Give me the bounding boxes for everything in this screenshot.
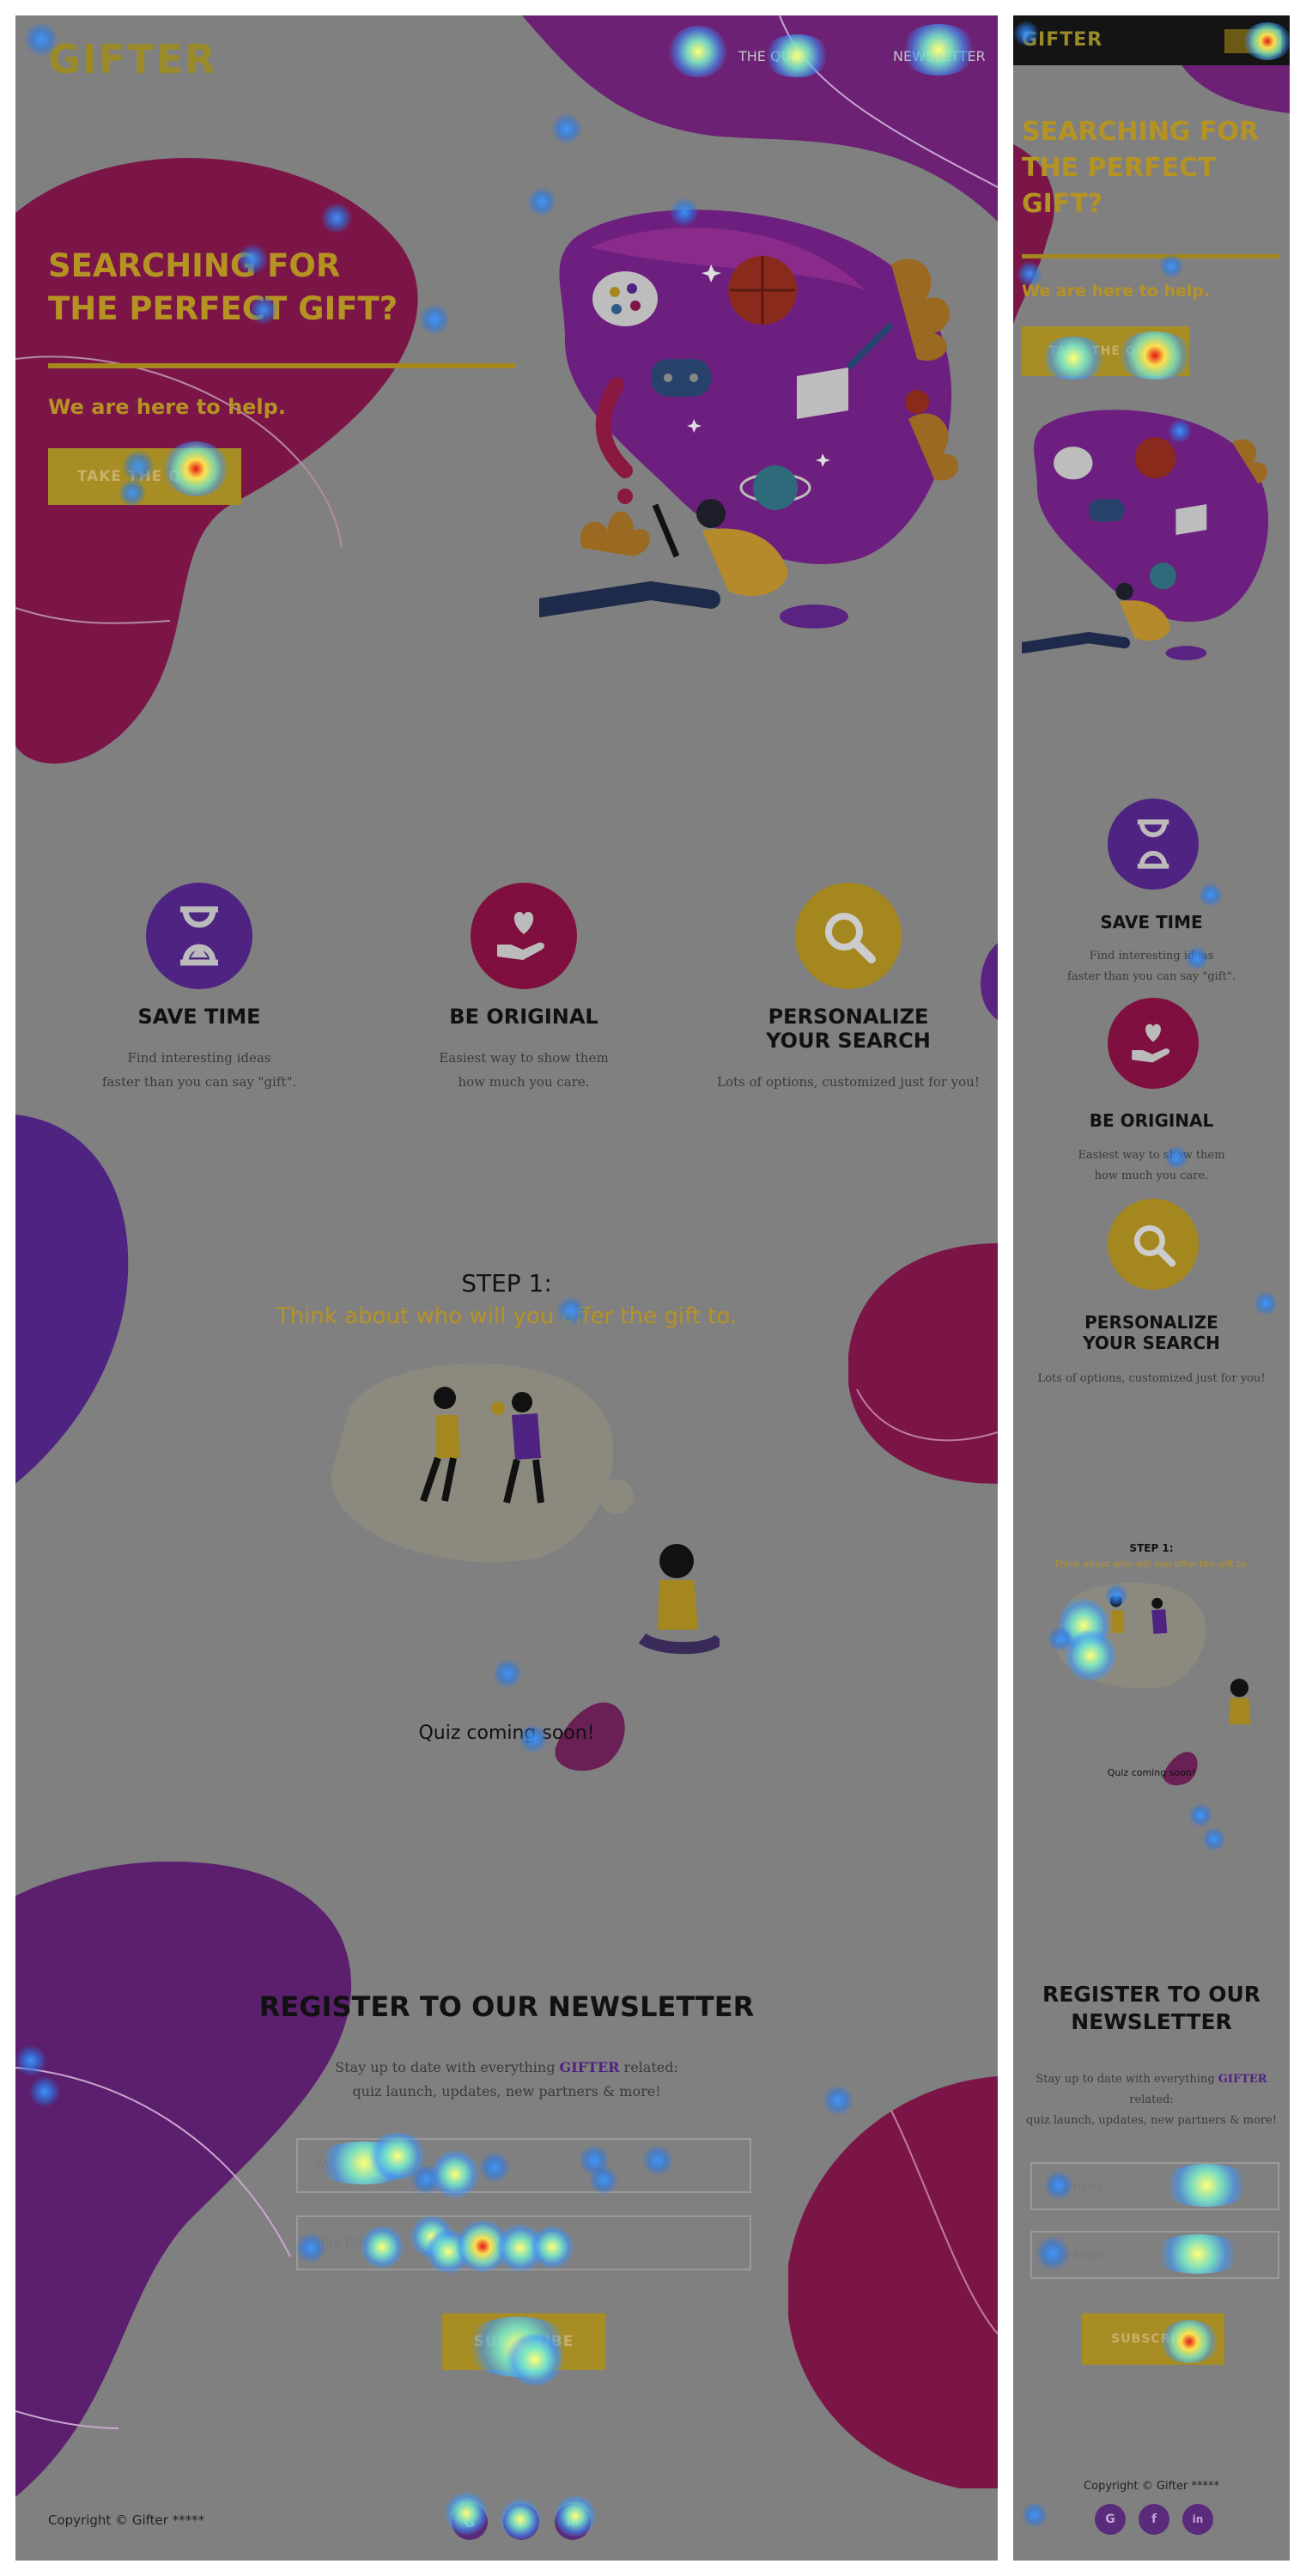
mobile-footer-copyright: Copyright © Gifter ***** xyxy=(1084,2480,1219,2493)
side-blob-mid-right xyxy=(981,943,998,1020)
mobile-feature-desc-1a: Find interesting ideas xyxy=(1089,950,1214,963)
linkedin-icon[interactable]: in xyxy=(555,2504,591,2540)
feature-desc-be-original-1: Easiest way to show them xyxy=(439,1050,609,1066)
hero-title-line2: THE PERFECT GIFT? xyxy=(48,290,398,327)
mobile-heart-hand-icon xyxy=(1108,998,1199,1089)
mobile-google-icon[interactable]: G xyxy=(1095,2504,1126,2535)
mobile-feature-title-3a: PERSONALIZE xyxy=(1084,1312,1218,1333)
quiz-coming-soon: Quiz coming soon! xyxy=(418,1722,595,1744)
newsletter-desc-prefix: Stay up to date with everything xyxy=(335,2059,560,2075)
step-illustration xyxy=(331,1363,720,1655)
subscribe-button[interactable]: SUBSCRIBE xyxy=(442,2313,605,2370)
mobile-feature-desc-1b: faster than you can say "gift". xyxy=(1066,970,1236,983)
mobile-feature-desc-2a: Easiest way to show them xyxy=(1078,1149,1225,1162)
mobile-step-text: Think about who will you offer the gift … xyxy=(1054,1558,1249,1570)
mobile-take-quiz-button[interactable]: TAKE THE QUIZ xyxy=(1022,326,1189,376)
mobile-newsletter-desc-prefix: Stay up to date with everything xyxy=(1036,2073,1218,2086)
footer-copyright: Copyright © Gifter ***** xyxy=(48,2512,205,2528)
email-field[interactable]: Your Email * xyxy=(296,2215,751,2270)
mobile-page: GIFTER SEARCHING FOR THE PERFECT GIFT? W… xyxy=(1013,15,1290,2561)
mobile-hero-title-1: SEARCHING FOR xyxy=(1022,117,1259,147)
desktop-page: GIFTER THE QUIZ NEWSLETTER SEARCHING FOR… xyxy=(15,15,998,2561)
mobile-name-field[interactable]: Your Name * xyxy=(1030,2162,1279,2210)
mobile-newsletter-desc-related: related: xyxy=(1129,2093,1174,2106)
magnifier-icon xyxy=(795,883,902,989)
mobile-magnifier-icon xyxy=(1108,1199,1199,1290)
newsletter-desc-brand: GIFTER xyxy=(559,2059,620,2075)
mobile-facebook-icon[interactable]: f xyxy=(1139,2504,1169,2535)
google-icon[interactable]: G xyxy=(452,2504,488,2540)
hero-divider xyxy=(48,363,516,368)
hero-title-line1: SEARCHING FOR xyxy=(48,247,341,284)
heat-spot xyxy=(1188,1803,1212,1827)
mobile-newsletter-title-2: NEWSLETTER xyxy=(1071,2009,1232,2034)
name-field[interactable]: Your Name * xyxy=(296,2138,751,2193)
feature-desc-save-time-1: Find interesting ideas xyxy=(127,1050,271,1066)
mobile-top-blob xyxy=(1181,65,1290,113)
mobile-newsletter-desc: Stay up to date with everything GIFTER xyxy=(1013,2073,1290,2086)
mobile-hero-title-2: THE PERFECT xyxy=(1022,153,1216,183)
nav-link-newsletter[interactable]: NEWSLETTER xyxy=(893,48,986,64)
mobile-feature-desc-3: Lots of options, customized just for you… xyxy=(1037,1372,1266,1385)
hero-subtitle: We are here to help. xyxy=(48,395,286,419)
facebook-icon[interactable]: f xyxy=(503,2504,539,2540)
heart-hand-icon xyxy=(471,883,577,989)
feature-desc-save-time-2: faster than you can say "gift". xyxy=(101,1074,297,1090)
hero-illustration xyxy=(539,210,959,629)
side-blob-left xyxy=(15,1115,129,1484)
mobile-save-time-icon xyxy=(1108,799,1199,890)
feature-title-be-original: BE ORIGINAL xyxy=(449,1005,598,1029)
feature-title-personalize-1: PERSONALIZE xyxy=(768,1005,929,1029)
take-quiz-button[interactable]: TAKE THE QUIZ xyxy=(48,448,241,505)
logo[interactable]: GIFTER xyxy=(48,36,217,82)
mobile-hero-subtitle: We are here to help. xyxy=(1022,282,1211,301)
mobile-linkedin-icon[interactable]: in xyxy=(1182,2504,1213,2535)
mobile-feature-title-1: SAVE TIME xyxy=(1100,912,1203,933)
newsletter-blob-right xyxy=(788,2076,998,2488)
feature-title-save-time: SAVE TIME xyxy=(137,1005,261,1029)
newsletter-desc-suffix: related: xyxy=(619,2059,678,2075)
feature-title-personalize-2: YOUR SEARCH xyxy=(766,1029,931,1053)
mobile-feature-desc-2b: how much you care. xyxy=(1094,1170,1209,1182)
mobile-menu-button[interactable] xyxy=(1224,29,1281,53)
save-time-icon xyxy=(146,883,252,989)
mobile-logo[interactable]: GIFTER xyxy=(1022,29,1103,51)
mobile-hero-illustration xyxy=(1022,410,1269,660)
mobile-newsletter-desc-brand: GIFTER xyxy=(1218,2073,1267,2086)
nav-link-quiz[interactable]: THE QUIZ xyxy=(738,48,805,64)
heat-spot xyxy=(1199,883,1223,907)
newsletter-desc-line2: quiz launch, updates, new partners & mor… xyxy=(352,2083,661,2099)
heat-spot xyxy=(1022,2502,1048,2528)
mobile-subscribe-button[interactable]: SUBSCRIBE xyxy=(1082,2313,1224,2365)
mobile-newsletter-desc-line2: quiz launch, updates, new partners & mor… xyxy=(1026,2114,1277,2127)
mobile-step-illustration xyxy=(1055,1583,1251,1725)
mobile-hero-title-3: GIFT? xyxy=(1022,189,1103,219)
mobile-hero-divider xyxy=(1022,254,1279,258)
newsletter-title: REGISTER TO OUR NEWSLETTER xyxy=(258,1990,755,2023)
heat-spot xyxy=(1202,1827,1226,1851)
newsletter-desc: Stay up to date with everything GIFTER r… xyxy=(15,2059,998,2075)
mobile-quiz-coming-soon: Quiz coming soon! xyxy=(1107,1767,1196,1778)
feature-desc-be-original-2: how much you care. xyxy=(458,1074,590,1090)
mobile-email-field[interactable]: Your Email * xyxy=(1030,2231,1279,2279)
feature-desc-personalize: Lots of options, customized just for you… xyxy=(717,1074,980,1090)
step-text: Think about who will you offer the gift … xyxy=(276,1303,738,1329)
mobile-newsletter-title-1: REGISTER TO OUR xyxy=(1042,1982,1261,2007)
mobile-step-label: STEP 1: xyxy=(1129,1542,1174,1554)
mobile-feature-title-2: BE ORIGINAL xyxy=(1089,1110,1214,1131)
mobile-feature-title-3b: YOUR SEARCH xyxy=(1083,1333,1220,1353)
step-label: STEP 1: xyxy=(461,1269,552,1297)
